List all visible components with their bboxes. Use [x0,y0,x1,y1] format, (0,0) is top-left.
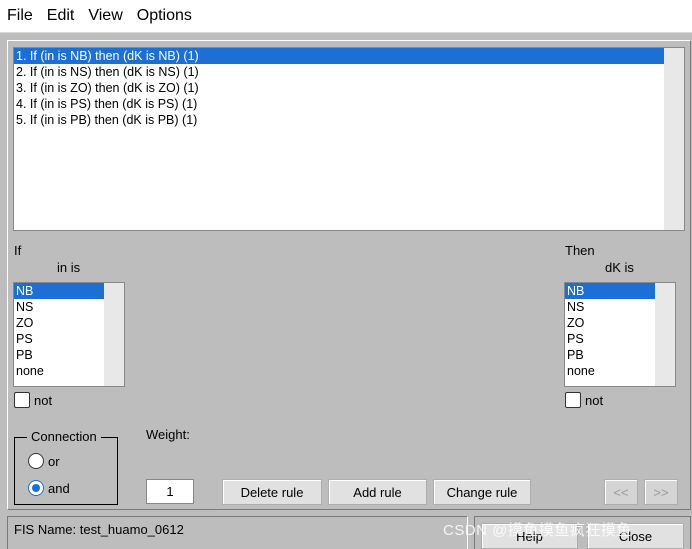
connection-title: Connection [27,429,101,444]
csdn-watermark: CSDN @摸鱼摸鱼疯狂摸鱼 [443,522,632,539]
rule-item[interactable]: 3. If (in is ZO) then (dK is ZO) (1) [14,80,684,96]
menu-view[interactable]: View [81,7,129,25]
then-list-scrollbar[interactable] [655,283,675,386]
then-variable-label: dK is [605,260,634,275]
menu-options[interactable]: Options [130,7,199,25]
if-label: If [14,243,22,258]
or-radio[interactable] [28,453,44,469]
menu-file[interactable]: File [0,7,40,25]
delete-rule-button[interactable]: Delete rule [222,479,322,505]
rules-scrollbar[interactable] [664,48,684,230]
status-bar: FIS Name: test_huamo_0612 [7,516,468,549]
then-not-label: not [585,393,604,408]
menu-edit[interactable]: Edit [40,7,82,25]
or-label: or [48,454,60,469]
rule-item[interactable]: 1. If (in is NB) then (dK is NB) (1) [14,48,664,64]
fis-name-text: FIS Name: test_huamo_0612 [14,522,184,537]
if-not-checkbox[interactable] [14,392,30,408]
if-list-scrollbar[interactable] [104,283,124,386]
add-rule-button[interactable]: Add rule [328,479,427,505]
then-option[interactable]: NB [565,283,655,299]
and-label: and [48,481,70,496]
rule-item[interactable]: 2. If (in is NS) then (dK is NS) (1) [14,64,684,80]
weight-label: Weight: [146,427,190,442]
then-not-checkbox[interactable] [565,392,581,408]
then-membership-list[interactable]: NB NS ZO PS PB none [564,282,676,387]
next-button[interactable]: >> [644,479,678,505]
menu-bar: File Edit View Options [0,0,692,33]
change-rule-button[interactable]: Change rule [433,479,531,505]
if-variable-label: in is [57,260,81,275]
rule-item[interactable]: 4. If (in is PS) then (dK is PS) (1) [14,96,684,112]
and-radio[interactable] [28,480,44,496]
rules-list[interactable]: 1. If (in is NB) then (dK is NB) (1) 2. … [13,47,685,231]
if-membership-list[interactable]: NB NS ZO PS PB none [13,282,125,387]
connection-group: Connection or and [14,429,118,505]
if-option[interactable]: NB [14,283,104,299]
weight-input[interactable]: 1 [146,479,194,504]
rule-item[interactable]: 5. If (in is PB) then (dK is PB) (1) [14,112,684,128]
then-label: Then [565,243,595,258]
if-not-label: not [34,393,53,408]
prev-button[interactable]: << [604,479,638,505]
